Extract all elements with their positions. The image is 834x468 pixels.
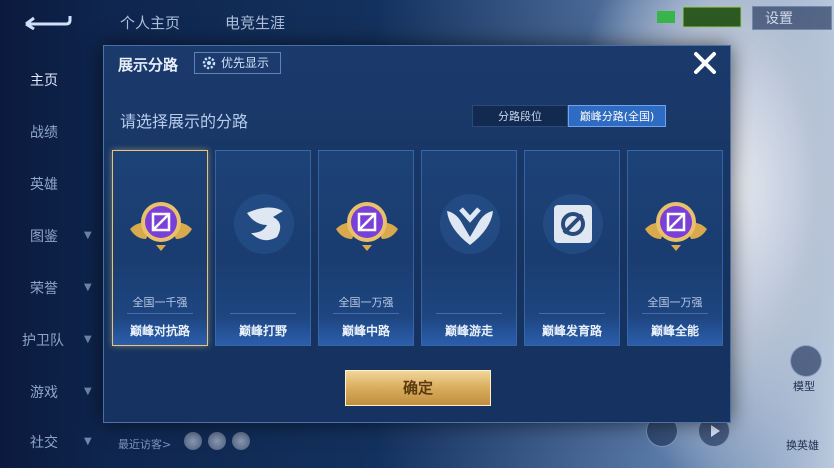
- lane-card[interactable]: 全国一千强巅峰对抗路: [112, 150, 208, 346]
- back-arrow-icon: [25, 16, 72, 31]
- card-divider: [642, 313, 708, 314]
- lane-name-label: 巅峰游走: [444, 324, 493, 338]
- lane-name-label: 巅峰中路: [341, 324, 390, 338]
- tab-esports-career[interactable]: 电竞生涯: [225, 12, 285, 33]
- lane-card[interactable]: 巅峰打野: [215, 150, 311, 346]
- recent-visitors-link[interactable]: 最近访客>: [118, 436, 171, 452]
- model-label: 模型: [793, 380, 815, 393]
- lane-name-label: 巅峰发育路: [541, 324, 602, 338]
- crest-purple-gold-icon: [645, 202, 707, 251]
- nav-item-heroes[interactable]: 英雄: [30, 174, 58, 194]
- lane-name-label: 巅峰打野: [238, 324, 287, 338]
- lane-rank-label: 全国一千强: [132, 296, 188, 309]
- chevron-down-icon: ▼: [84, 436, 92, 447]
- gear-icon: [202, 56, 216, 70]
- lane-name-label: 巅峰对抗路: [129, 324, 190, 338]
- nav-item-records[interactable]: 战绩: [30, 122, 58, 142]
- tab-peak-lane-national[interactable]: 巅峰分路(全国): [568, 105, 666, 127]
- dialog-subtitle: 请选择展示的分路: [120, 112, 249, 131]
- chevron-down-icon: ▼: [84, 386, 92, 397]
- settings-button[interactable]: 设置: [752, 6, 832, 30]
- card-divider: [539, 313, 605, 314]
- chevron-down-icon: ▼: [84, 282, 92, 293]
- nav-item-codex[interactable]: 图鉴: [30, 226, 58, 246]
- dialog-title: 展示分路: [118, 56, 179, 74]
- nav-item-social[interactable]: 社交: [30, 432, 58, 452]
- close-button[interactable]: [692, 50, 718, 76]
- lane-card[interactable]: 巅峰游走: [421, 150, 517, 346]
- currency-icon: [657, 6, 742, 28]
- visitor-avatar[interactable]: [184, 432, 202, 450]
- card-divider: [230, 313, 296, 314]
- card-divider: [333, 313, 399, 314]
- top-bar: 个人主页 电竞生涯 设置: [0, 0, 834, 40]
- tab-lane-rank[interactable]: 分路段位: [472, 105, 568, 127]
- bow-gray-icon: [543, 194, 603, 254]
- chevron-down-icon: ▼: [84, 230, 92, 241]
- nav-item-games[interactable]: 游戏: [30, 382, 58, 402]
- dragon-gray-icon: [234, 194, 294, 254]
- lane-card[interactable]: 全国一万强 巅峰全能: [627, 150, 723, 346]
- change-hero-label: 换英雄: [786, 439, 819, 452]
- display-lane-dialog: 展示分路 优先显示 请选择展示的分路 分路段位 巅峰分路(全国) 全国一千强巅峰…: [103, 45, 731, 423]
- back-button[interactable]: [22, 10, 72, 31]
- visitor-avatar[interactable]: [208, 432, 226, 450]
- crest-purple-gold-icon: [130, 202, 192, 251]
- priority-display-button[interactable]: 优先显示: [194, 52, 281, 74]
- card-divider: [436, 313, 502, 314]
- priority-display-label: 优先显示: [221, 56, 270, 70]
- chevron-down-icon: ▼: [84, 334, 92, 345]
- nav-item-guard-team[interactable]: 护卫队: [22, 330, 64, 350]
- lane-card[interactable]: 全国一万强 巅峰中路: [318, 150, 414, 346]
- crest-purple-gold-icon: [336, 202, 398, 251]
- lane-rank-label: 全国一万强: [647, 296, 703, 309]
- nav-item-honor[interactable]: 荣誉: [30, 278, 58, 298]
- confirm-button[interactable]: 确定: [345, 370, 491, 406]
- close-icon: [694, 52, 716, 74]
- visitor-avatar[interactable]: [232, 432, 250, 450]
- tab-profile[interactable]: 个人主页: [120, 12, 180, 33]
- lane-card[interactable]: 巅峰发育路: [524, 150, 620, 346]
- settings-label: 设置: [765, 11, 793, 27]
- lane-name-label: 巅峰全能: [650, 324, 699, 338]
- card-divider: [127, 313, 193, 314]
- nav-item-home[interactable]: 主页: [30, 70, 58, 90]
- model-button[interactable]: [790, 345, 822, 377]
- confirm-label: 确定: [402, 379, 433, 397]
- wings-gray-icon: [440, 194, 500, 254]
- lane-rank-label: 全国一万强: [338, 296, 394, 309]
